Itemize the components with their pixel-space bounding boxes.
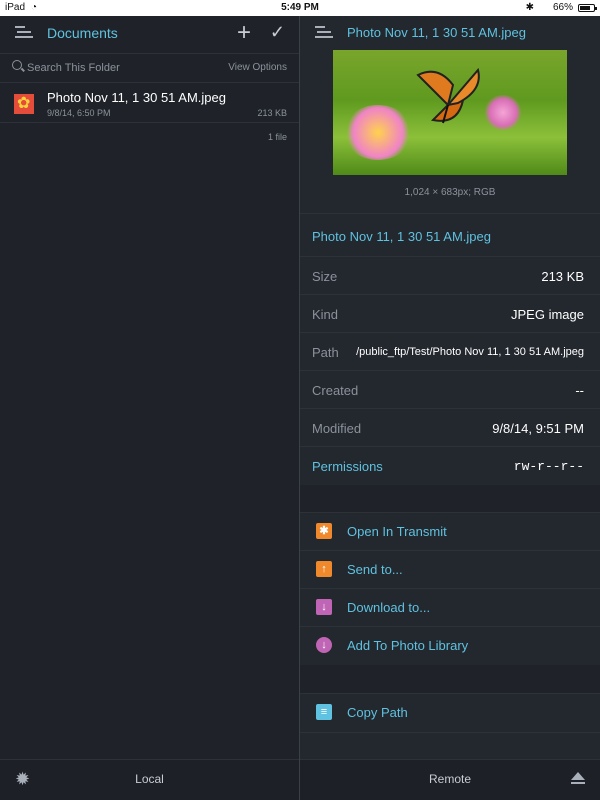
info-label: Created — [312, 383, 359, 398]
search-icon — [12, 60, 22, 70]
file-title: Photo Nov 11, 1 30 51 AM.jpeg — [347, 25, 526, 40]
battery-percent: 66% — [552, 2, 573, 13]
download-to-button[interactable]: ↓ Download to... — [300, 588, 600, 627]
status-bar: iPad ◔ 5:49 PM ✱ 66% — [0, 0, 600, 16]
info-value: 9/8/14, 9:51 PM — [492, 421, 584, 436]
menu-icon[interactable] — [315, 26, 333, 39]
photo-library-icon: ↓ — [316, 637, 332, 653]
eject-icon[interactable] — [571, 772, 585, 786]
info-value: /public_ftp/Test/Photo Nov 11, 1 30 51 A… — [356, 346, 584, 358]
battery-icon — [578, 4, 597, 12]
local-toolbar: ✹ Local — [0, 759, 299, 800]
add-to-photo-library-button[interactable]: ↓ Add To Photo Library — [300, 626, 600, 666]
open-in-transmit-button[interactable]: ✱ Open In Transmit — [300, 512, 600, 551]
info-label: Modified — [312, 421, 362, 436]
image-preview[interactable] — [333, 50, 567, 175]
preview-butterfly-shape — [416, 67, 480, 124]
remote-nav-bar: Photo Nov 11, 1 30 51 AM.jpeg — [300, 16, 600, 50]
info-row-permissions[interactable]: Permissions rw-r--r-- — [300, 446, 600, 486]
download-icon: ↓ — [316, 599, 332, 615]
info-row-size: Size 213 KB — [300, 256, 600, 295]
transmit-icon: ✱ — [316, 523, 332, 539]
add-icon[interactable]: + — [237, 19, 251, 47]
remote-tab[interactable]: Remote — [300, 772, 600, 786]
select-checkmark-icon[interactable]: ✓ — [270, 22, 285, 43]
file-date: 9/8/14, 6:50 PM — [47, 108, 111, 118]
info-value: 213 KB — [541, 269, 584, 284]
section-gap — [300, 485, 600, 512]
search-input[interactable]: Search This Folder — [27, 62, 120, 74]
file-list-item[interactable]: Photo Nov 11, 1 30 51 AM.jpeg 9/8/14, 6:… — [0, 88, 299, 123]
info-file-name[interactable]: Photo Nov 11, 1 30 51 AM.jpeg — [312, 229, 491, 244]
clock: 5:49 PM — [281, 2, 319, 13]
preview-flower-shape — [343, 105, 413, 160]
info-label: Size — [312, 269, 338, 284]
local-tab[interactable]: Local — [0, 772, 299, 786]
file-count: 1 file — [267, 132, 287, 142]
folder-title[interactable]: Documents — [47, 25, 118, 41]
local-pane: Documents + ✓ Search This Folder View Op… — [0, 16, 299, 800]
file-name: Photo Nov 11, 1 30 51 AM.jpeg — [47, 90, 226, 105]
preview-flower-shape — [483, 95, 523, 130]
action-label: Open In Transmit — [347, 524, 447, 539]
share-icon: ↑ — [316, 561, 332, 577]
remote-toolbar: Remote — [300, 759, 600, 800]
info-value: rw-r--r-- — [513, 459, 584, 474]
action-label: Copy Path — [347, 705, 408, 720]
copy-path-button[interactable]: ≡ Copy Path — [300, 693, 600, 733]
info-row-kind: Kind JPEG image — [300, 294, 600, 333]
image-file-thumbnail-icon — [14, 94, 34, 114]
clipboard-icon: ≡ — [316, 704, 332, 720]
menu-icon[interactable] — [15, 26, 33, 39]
action-label: Download to... — [347, 600, 431, 615]
send-to-button[interactable]: ↑ Send to... — [300, 550, 600, 589]
action-label: Add To Photo Library — [347, 638, 469, 653]
search-bar[interactable]: Search This Folder View Options — [0, 53, 299, 83]
info-row-path: Path /public_ftp/Test/Photo Nov 11, 1 30… — [300, 332, 600, 371]
image-dimensions: 1,024 × 683px; RGB — [404, 187, 496, 198]
info-value: -- — [575, 383, 584, 398]
info-label: Kind — [312, 307, 339, 322]
separator — [300, 213, 600, 214]
info-value: JPEG image — [511, 307, 584, 322]
view-options-button[interactable]: View Options — [228, 62, 287, 73]
info-row-created: Created -- — [300, 370, 600, 409]
section-gap — [300, 665, 600, 693]
action-label: Send to... — [347, 562, 403, 577]
remote-pane: Photo Nov 11, 1 30 51 AM.jpeg 1,024 × 68… — [300, 16, 600, 800]
file-size: 213 KB — [257, 108, 287, 118]
local-nav-bar: Documents + ✓ — [0, 16, 299, 50]
info-row-modified: Modified 9/8/14, 9:51 PM — [300, 408, 600, 447]
permissions-link[interactable]: Permissions — [312, 459, 383, 474]
bluetooth-icon: ✱ — [525, 2, 534, 13]
info-label: Path — [312, 345, 339, 360]
